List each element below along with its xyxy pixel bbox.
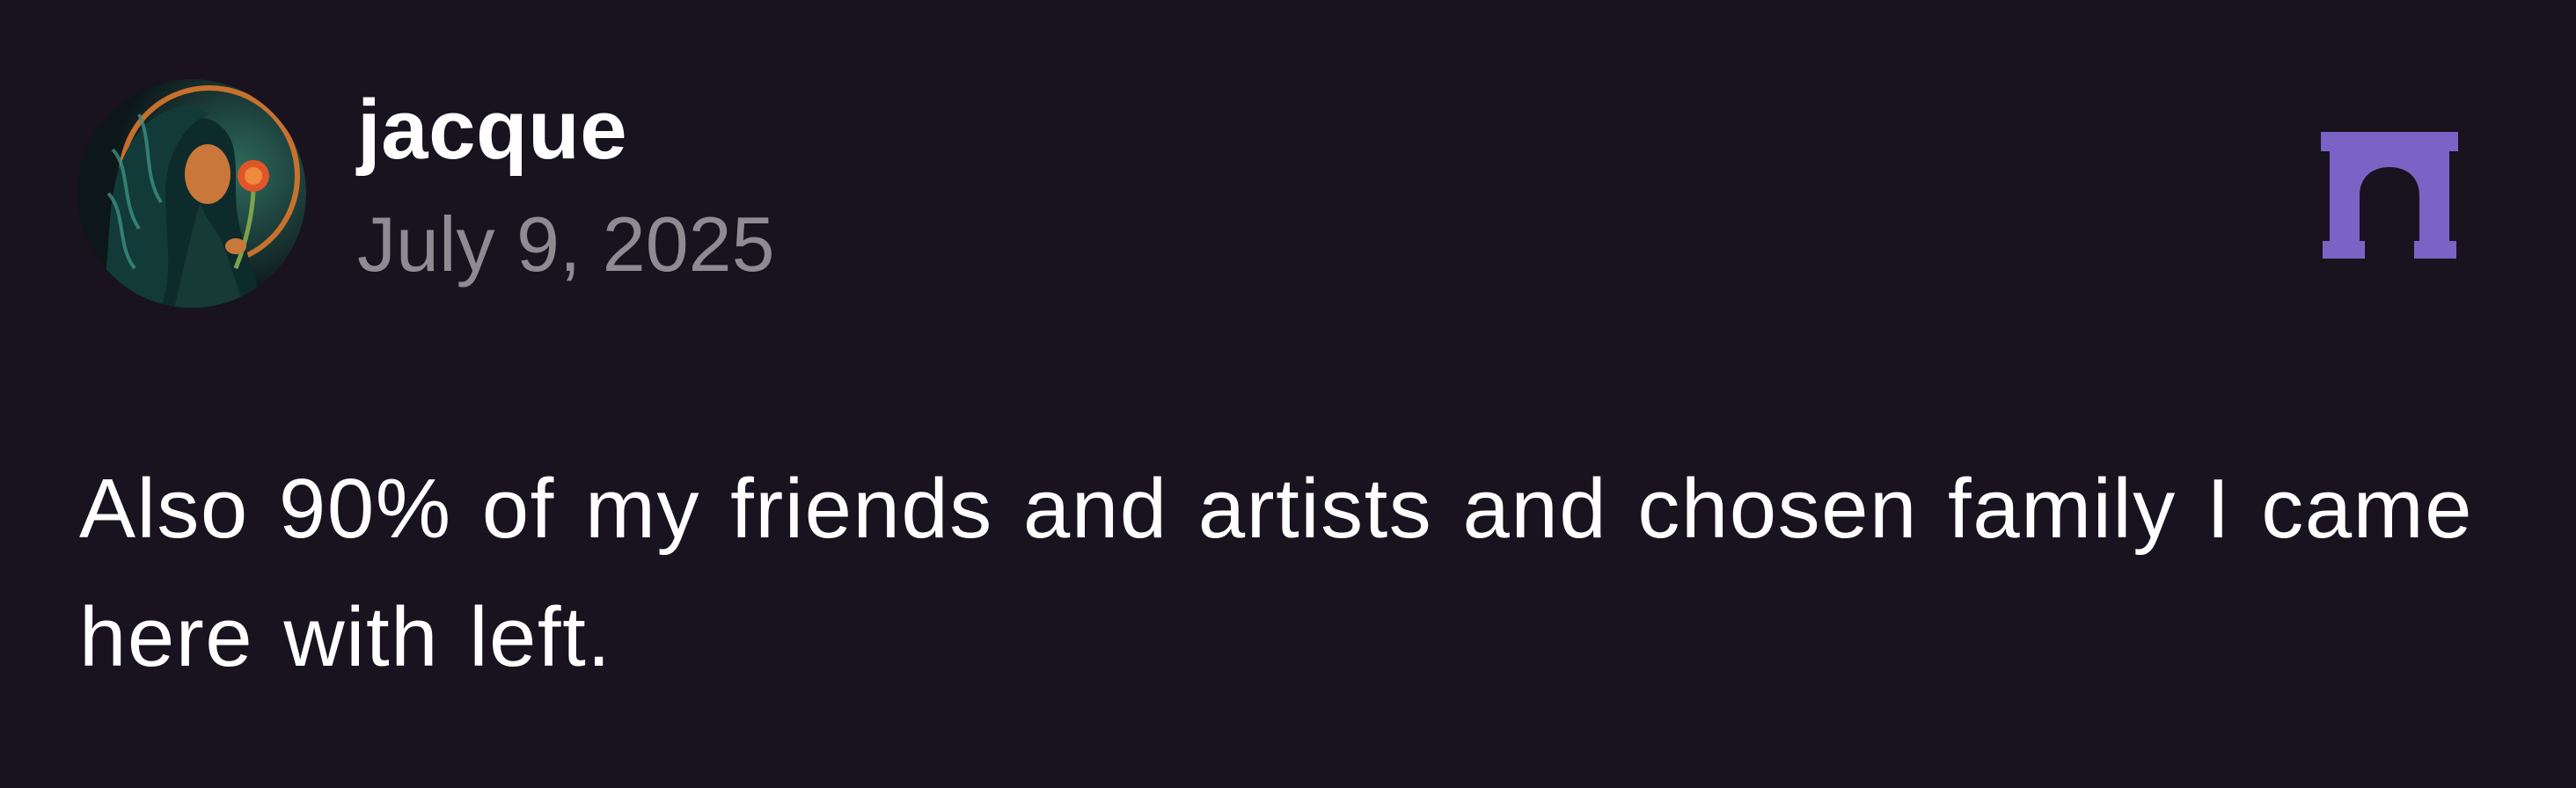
avatar[interactable] [77, 79, 306, 308]
post-body-text: Also 90% of my friends and artists and c… [79, 462, 2473, 684]
avatar-illustration-icon [77, 79, 306, 308]
author-username[interactable]: jacque [357, 81, 627, 179]
post-card: jacque July 9, 2025 Also 90% of my frien… [0, 0, 2576, 788]
arch-icon[interactable] [2319, 132, 2460, 259]
post-date[interactable]: July 9, 2025 [357, 199, 775, 290]
